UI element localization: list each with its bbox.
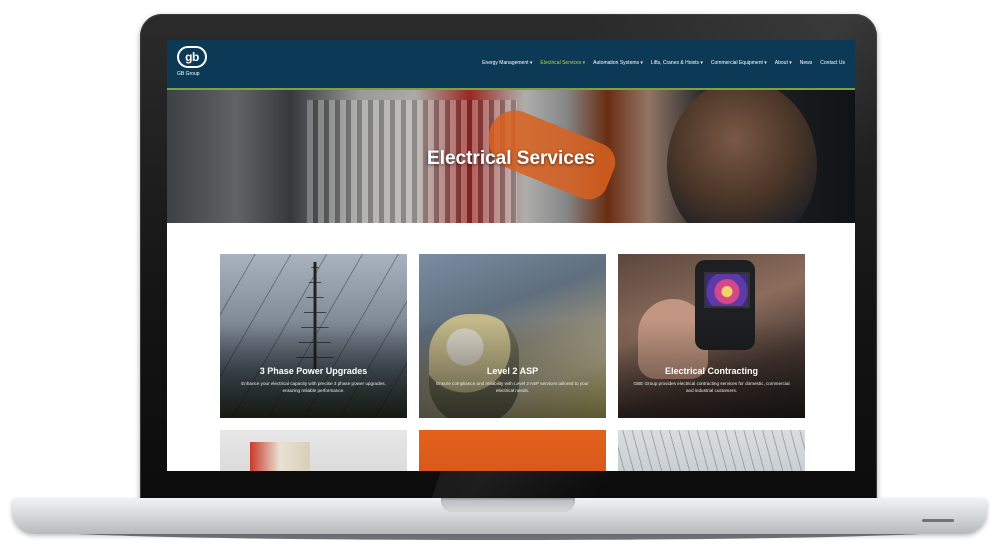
card-image-equipment bbox=[250, 442, 310, 471]
page-title: Electrical Services bbox=[427, 148, 595, 169]
card-description: GBE Group provides electrical contractin… bbox=[633, 381, 790, 393]
card-title: 3 Phase Power Upgrades bbox=[259, 366, 368, 376]
service-card-partial-1[interactable] bbox=[220, 430, 407, 471]
site-header: gb GB Group Energy Management ▾ Electric… bbox=[167, 40, 855, 90]
card-title: Electrical Contracting bbox=[664, 366, 759, 376]
nav-item-electrical-services[interactable]: Electrical Services ▾ bbox=[540, 60, 585, 66]
service-card-electrical-contracting[interactable]: Electrical Contracting GBE Group provide… bbox=[618, 254, 805, 418]
nav-item-contact-us[interactable]: Contact Us bbox=[820, 60, 845, 66]
nav-item-commercial-equipment[interactable]: Commercial Equipment ▾ bbox=[711, 60, 767, 66]
service-card-level-2-asp[interactable]: Level 2 ASP Ensure compliance and reliab… bbox=[419, 254, 606, 418]
card-image-trees bbox=[618, 430, 805, 471]
service-card-partial-3[interactable] bbox=[618, 430, 805, 471]
logo-text: GB Group bbox=[177, 71, 200, 77]
laptop-notch bbox=[441, 498, 575, 512]
hero-banner: Electrical Services bbox=[167, 90, 855, 223]
laptop-screen: gb GB Group Energy Management ▾ Electric… bbox=[167, 40, 855, 471]
laptop-slot bbox=[922, 519, 954, 522]
nav-item-automation-systems[interactable]: Automation Systems ▾ bbox=[593, 60, 643, 66]
nav-item-lifts-cranes-hoists[interactable]: Lifts, Cranes & Hoists ▾ bbox=[651, 60, 703, 66]
nav-item-news[interactable]: News bbox=[800, 60, 813, 66]
service-card-3-phase[interactable]: 3 Phase Power Upgrades Enhance your elec… bbox=[220, 254, 407, 418]
card-description: Enhance your electrical capacity with pr… bbox=[241, 381, 386, 393]
nav-item-energy-management[interactable]: Energy Management ▾ bbox=[482, 60, 532, 66]
nav-item-about[interactable]: About ▾ bbox=[775, 60, 792, 66]
main-menu: Energy Management ▾ Electrical Services … bbox=[482, 60, 845, 66]
card-title: Level 2 ASP bbox=[486, 366, 539, 376]
logo-mark-icon: gb bbox=[177, 46, 207, 68]
site-logo[interactable]: gb GB Group bbox=[177, 46, 217, 82]
service-card-partial-2[interactable] bbox=[419, 430, 606, 471]
card-description: Ensure compliance and reliability with L… bbox=[436, 381, 589, 393]
